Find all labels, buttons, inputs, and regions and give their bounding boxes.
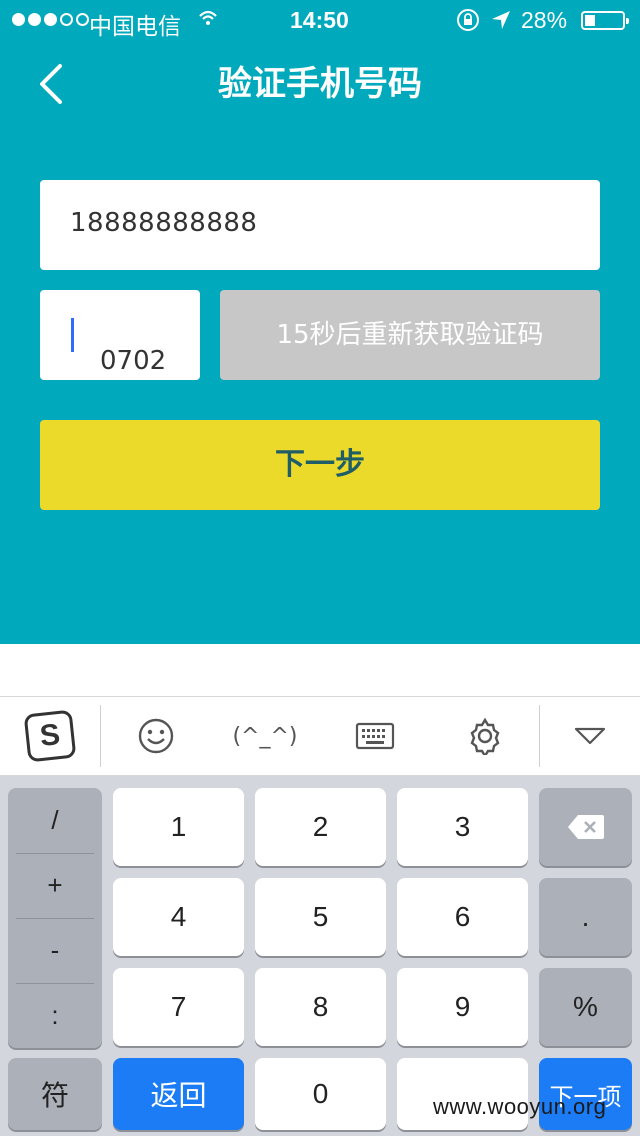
settings-button[interactable] — [460, 697, 510, 775]
app-screen: 中国电信 14:50 28% 验证手机号码 18888888888 0702 1… — [0, 0, 640, 644]
delete-key[interactable] — [539, 788, 632, 866]
kaomoji-button[interactable]: (^_^) — [230, 697, 300, 775]
key-2[interactable]: 2 — [255, 788, 386, 866]
symbols-key[interactable]: 符 — [8, 1058, 102, 1130]
battery-percent: 28% — [521, 7, 568, 33]
key-6[interactable]: 6 — [397, 878, 528, 956]
next-step-button[interactable]: 下一步 — [40, 420, 600, 510]
hide-keyboard-button[interactable] — [565, 697, 615, 775]
key-4[interactable]: 4 — [113, 878, 244, 956]
location-arrow-icon — [490, 7, 512, 39]
key-1[interactable]: 1 — [113, 788, 244, 866]
verification-code-field[interactable]: 0702 — [40, 290, 200, 380]
carrier-name: 中国电信 — [89, 13, 181, 39]
verification-code-value: 0702 — [100, 346, 167, 376]
numeric-keyboard: / + - : 1 2 3 4 5 6 . 7 8 9 % 符 返回 0 下一项 — [0, 776, 640, 1136]
key-percent[interactable]: % — [539, 968, 632, 1046]
backspace-icon — [567, 815, 604, 839]
key-plus[interactable]: + — [8, 853, 102, 918]
key-dot[interactable]: . — [539, 878, 632, 956]
wifi-icon — [198, 8, 218, 33]
page-title: 验证手机号码 — [218, 64, 422, 104]
key-9[interactable]: 9 — [397, 968, 528, 1046]
keyboard-switch-button[interactable] — [350, 697, 400, 775]
key-7[interactable]: 7 — [113, 968, 244, 1046]
key-5[interactable]: 5 — [255, 878, 386, 956]
kaomoji-label: (^_^) — [232, 723, 298, 749]
key-8[interactable]: 8 — [255, 968, 386, 1046]
keyboard-toolbar: S (^_^) — [0, 696, 640, 776]
toolbar-divider — [100, 705, 101, 767]
toolbar-divider — [539, 705, 540, 767]
key-0[interactable]: 0 — [255, 1058, 386, 1130]
keyboard-icon — [355, 722, 395, 750]
gear-icon — [470, 717, 500, 755]
sogou-logo-button[interactable]: S — [20, 697, 80, 775]
sogou-logo-icon: S — [23, 709, 77, 763]
watermark-text: www.wooyun.org — [433, 1094, 607, 1119]
phone-number-value: 18888888888 — [70, 208, 258, 238]
text-caret — [71, 318, 74, 352]
emoji-button[interactable] — [126, 697, 186, 775]
rotation-lock-icon — [455, 7, 481, 39]
key-minus[interactable]: - — [8, 918, 102, 983]
return-key[interactable]: 返回 — [113, 1058, 244, 1130]
battery-icon — [581, 11, 629, 30]
phone-number-field[interactable]: 18888888888 — [40, 180, 600, 270]
resend-code-button[interactable]: 15秒后重新获取验证码 — [220, 290, 600, 380]
key-colon[interactable]: : — [8, 983, 102, 1048]
smiley-icon — [138, 718, 174, 754]
triangle-down-icon — [574, 727, 606, 745]
key-3[interactable]: 3 — [397, 788, 528, 866]
symbol-column: / + - : — [8, 788, 102, 1048]
key-slash[interactable]: / — [8, 788, 102, 853]
status-time: 14:50 — [290, 7, 349, 33]
status-bar: 中国电信 14:50 28% — [0, 0, 640, 40]
signal-strength-icon — [12, 13, 89, 26]
